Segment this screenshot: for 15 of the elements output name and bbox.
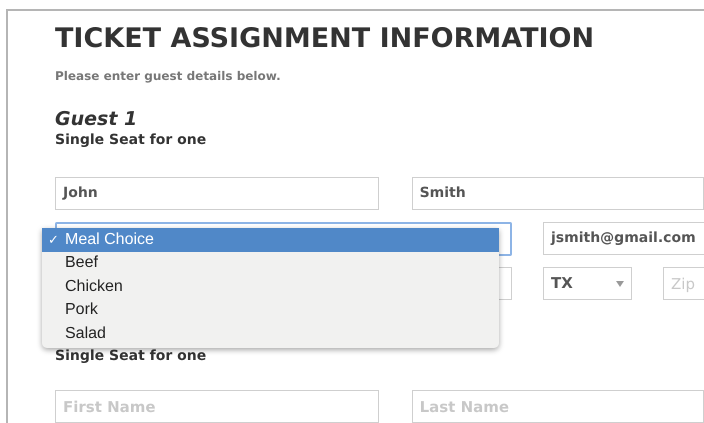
guest-heading: Guest 1 bbox=[55, 108, 138, 130]
caret-icon bbox=[616, 280, 624, 286]
first-name-field[interactable]: John bbox=[55, 177, 379, 210]
seat-label: Single Seat for one bbox=[55, 347, 208, 366]
page-title: TICKET ASSIGNMENT INFORMATION bbox=[55, 22, 596, 56]
menu-option[interactable]: Beef bbox=[42, 252, 499, 275]
instructions-text: Please enter guest details below. bbox=[55, 68, 282, 84]
menu-option[interactable]: ✓ Meal Choice bbox=[42, 228, 499, 252]
menu-option[interactable]: Pork bbox=[42, 298, 499, 322]
email-field[interactable]: jsmith@gmail.com bbox=[543, 222, 704, 255]
state-select[interactable]: TX bbox=[543, 267, 632, 300]
menu-option[interactable]: Chicken bbox=[42, 275, 499, 298]
last-name-field[interactable]: Smith bbox=[412, 177, 704, 210]
seat-label: Single Seat for one bbox=[55, 131, 208, 150]
menu-option[interactable]: Salad bbox=[42, 322, 499, 346]
